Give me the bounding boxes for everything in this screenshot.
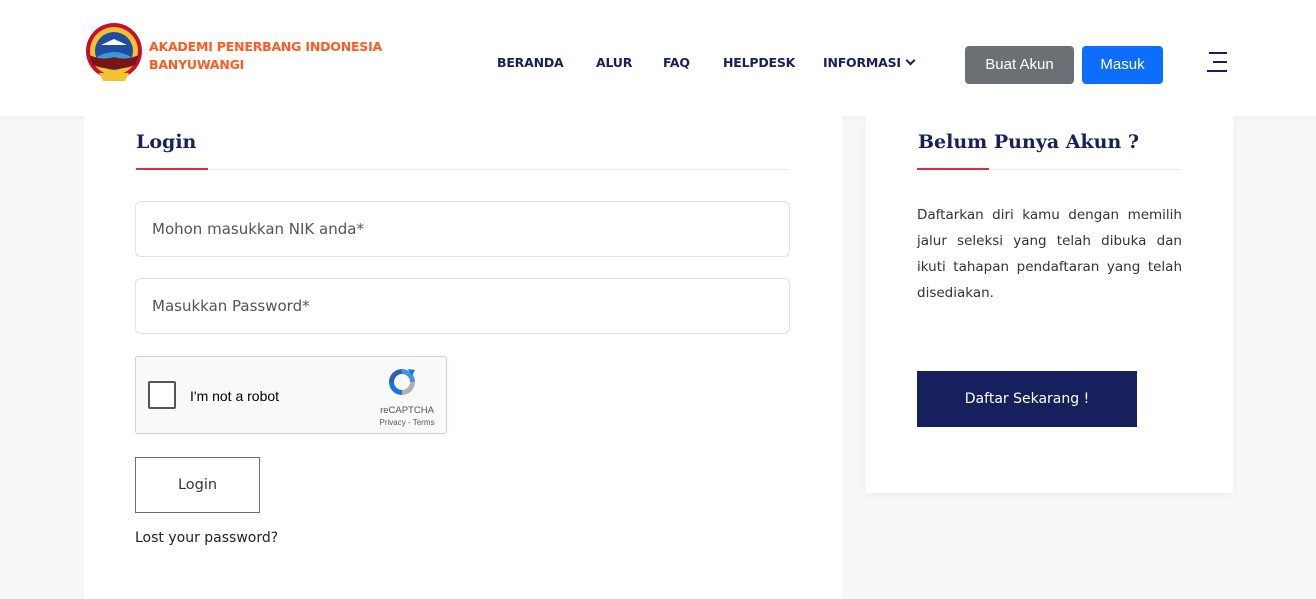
login-title: Login: [136, 131, 197, 153]
hamburger-menu-icon[interactable]: [1207, 52, 1227, 72]
nav-informasi-label: INFORMASI: [823, 55, 901, 70]
login-title-accent: [136, 168, 208, 170]
password-input[interactable]: Masukkan Password*: [135, 278, 790, 334]
login-divider: [135, 169, 790, 170]
nav-helpdesk[interactable]: HELPDESK: [723, 55, 795, 70]
nav-informasi[interactable]: INFORMASI: [823, 55, 916, 70]
brand-name[interactable]: AKADEMI PENERBANG INDONESIA BANYUWANGI: [149, 38, 382, 74]
recaptcha-widget: I'm not a robot reCAPTCHA Privacy - Term…: [135, 356, 447, 434]
nik-input[interactable]: Mohon masukkan NIK anda*: [135, 201, 790, 257]
nav-alur[interactable]: ALUR: [596, 55, 632, 70]
academy-logo[interactable]: [83, 21, 145, 85]
brand-line-1: AKADEMI PENERBANG INDONESIA: [149, 39, 383, 54]
nav-faq[interactable]: FAQ: [663, 55, 690, 70]
daftar-sekarang-button[interactable]: Daftar Sekarang !: [917, 371, 1137, 427]
register-description: Daftarkan diri kamu dengan memilih jalur…: [917, 207, 1182, 301]
recaptcha-label: I'm not a robot: [190, 388, 280, 404]
top-strip: [0, 0, 1316, 8]
recaptcha-brand: reCAPTCHA: [380, 405, 434, 416]
nav-beranda[interactable]: BERANDA: [497, 55, 564, 70]
lost-password-link[interactable]: Lost your password?: [135, 530, 278, 546]
recaptcha-checkbox[interactable]: [148, 381, 176, 409]
masuk-button[interactable]: Masuk: [1082, 46, 1163, 84]
register-title-accent: [917, 168, 989, 170]
recaptcha-terms-link[interactable]: Privacy - Terms: [372, 418, 442, 427]
recaptcha-icon: [389, 369, 415, 395]
register-title: Belum Punya Akun ?: [918, 131, 1140, 153]
chevron-down-icon: [905, 55, 916, 66]
buat-akun-button[interactable]: Buat Akun: [965, 46, 1074, 84]
brand-line-2: BANYUWANGI: [149, 57, 245, 72]
login-button[interactable]: Login: [135, 457, 260, 513]
